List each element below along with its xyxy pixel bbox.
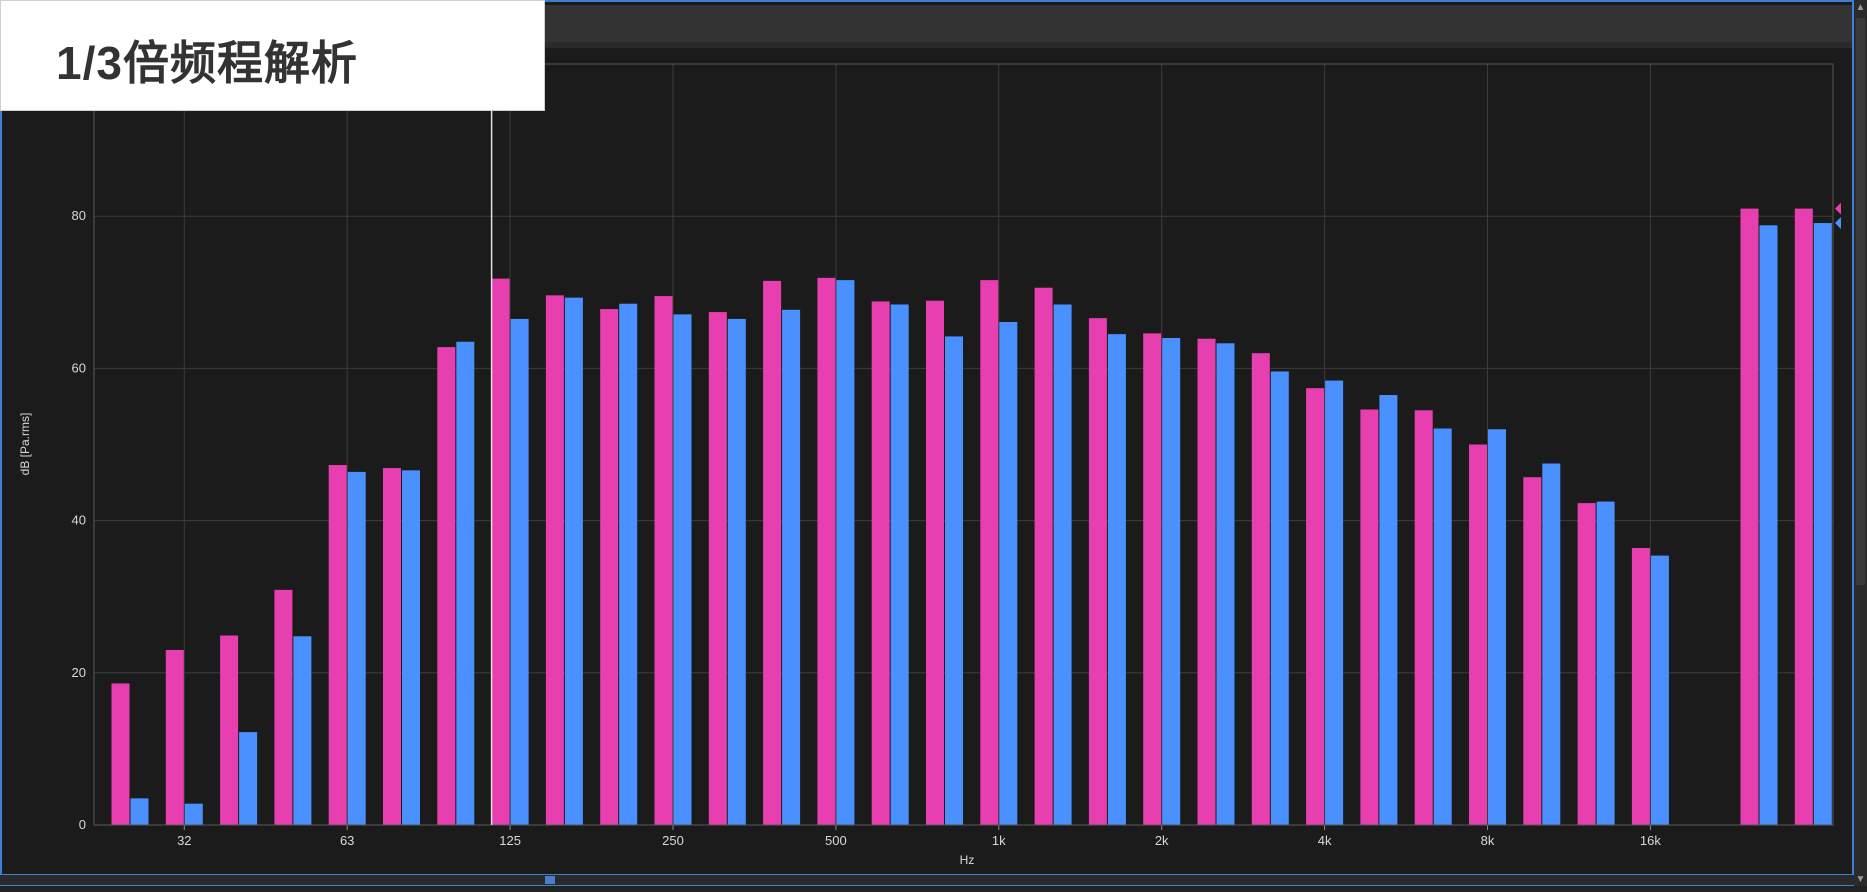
bar-series2-25[interactable] (130, 798, 149, 825)
bar-series2-16k[interactable] (1650, 555, 1669, 825)
bar-series2-80[interactable] (402, 470, 420, 825)
bar-series1-50[interactable] (274, 589, 293, 825)
bar-series1-5k[interactable] (1360, 409, 1379, 825)
bar-series1-160[interactable] (545, 295, 564, 825)
bar-series2-A[interactable] (1759, 225, 1778, 825)
bar-series1-16k[interactable] (1631, 547, 1650, 825)
bar-series1-400[interactable] (763, 280, 782, 825)
bar-series1-80[interactable] (383, 468, 401, 825)
y-tick-labels: 0 20 40 60 80 (72, 208, 86, 832)
vertical-scrollbar[interactable]: ▲ ▼ (1854, 0, 1867, 892)
scroll-up-icon[interactable]: ▲ (1854, 0, 1867, 16)
bar-series2-160[interactable] (564, 297, 583, 825)
bar-series2-10k[interactable] (1542, 463, 1561, 825)
page-title: 1/3倍频程解析 (56, 37, 358, 89)
bar-series2-1.25k[interactable] (1053, 304, 1072, 825)
x-tick-label: 1k (992, 833, 1006, 848)
series2-level-marker[interactable] (1835, 217, 1841, 230)
bar-series2-3.15k[interactable] (1270, 371, 1289, 825)
bar-series2-125[interactable] (510, 318, 529, 825)
bar-series2-315[interactable] (727, 318, 746, 825)
horizontal-scroll-thumb[interactable] (545, 876, 555, 884)
y-tick-label: 80 (72, 208, 86, 223)
bar-series2-800[interactable] (945, 336, 963, 825)
bar-series1-1k[interactable] (980, 280, 999, 825)
bar-series1-1.25k[interactable] (1034, 287, 1053, 825)
bar-series2-100[interactable] (456, 341, 475, 825)
bar-series2-250[interactable] (673, 314, 692, 825)
bar-series2-1k[interactable] (999, 321, 1018, 825)
bar-series1-125[interactable] (491, 278, 510, 825)
bar-series2-12.5k[interactable] (1596, 501, 1615, 825)
bar-series2-63[interactable] (347, 471, 366, 825)
x-tick-label: 250 (662, 833, 684, 848)
bar-series1-63[interactable] (328, 465, 347, 825)
bar-series1-8k[interactable] (1469, 444, 1487, 826)
x-tick-label: 125 (499, 833, 521, 848)
bar-series1-6.3k[interactable] (1414, 410, 1433, 825)
bar-series2-Z[interactable] (1813, 223, 1832, 825)
bar-series2-8k[interactable] (1488, 429, 1506, 825)
x-axis-label: Hz (960, 853, 975, 867)
bar-series2-2k[interactable] (1162, 337, 1181, 825)
y-tick-label: 0 (79, 817, 86, 832)
bar-series1-10k[interactable] (1523, 477, 1542, 825)
bar-series1-100[interactable] (437, 347, 456, 825)
bar-series1-500[interactable] (817, 277, 836, 825)
bar-series2-40[interactable] (239, 732, 258, 825)
x-tick-label: 16k (1640, 833, 1661, 848)
bar-series2-630[interactable] (890, 304, 909, 825)
bar-series1-25[interactable] (111, 683, 130, 825)
x-tick-labels: 32 63 125 250 500 1k 2k 4k 8k 16k (177, 833, 1661, 848)
x-tick-label: 8k (1481, 833, 1495, 848)
bar-series1-12.5k[interactable] (1577, 503, 1596, 825)
bar-series2-31.5[interactable] (184, 803, 203, 825)
y-tick-label: 20 (72, 665, 86, 680)
bar-series1-Z[interactable] (1794, 208, 1813, 826)
x-tick-label: 63 (340, 833, 354, 848)
bar-series1-A[interactable] (1740, 208, 1759, 826)
bar-series1-1.6k[interactable] (1088, 318, 1107, 825)
bar-series1-40[interactable] (220, 635, 239, 825)
bar-series2-1.6k[interactable] (1107, 334, 1126, 825)
bar-series1-4k[interactable] (1306, 388, 1325, 825)
bar-series2-400[interactable] (782, 309, 801, 826)
x-tick-label: 4k (1318, 833, 1332, 848)
x-tick-label: 2k (1155, 833, 1169, 848)
x-tick-label: 500 (825, 833, 847, 848)
bar-series1-800[interactable] (926, 300, 944, 825)
bar-series2-50[interactable] (293, 636, 312, 825)
bar-series2-500[interactable] (836, 280, 855, 825)
bar-series1-200[interactable] (600, 309, 619, 825)
title-panel: 1/3倍频程解析 (0, 0, 545, 111)
bar-series1-2k[interactable] (1143, 333, 1162, 825)
x-tick-label: 32 (177, 833, 191, 848)
bar-series2-6.3k[interactable] (1433, 428, 1452, 825)
bar-series2-200[interactable] (619, 303, 638, 826)
octave-bar-chart[interactable]: 0 20 40 60 80 32 63 125 250 500 1k 2k 4k 8k 16k dB [P… (0, 0, 1854, 886)
bar-series1-630[interactable] (871, 301, 890, 825)
y-axis-label: dB [Pa.rms] (18, 413, 32, 476)
bar-series1-3.15k[interactable] (1251, 353, 1270, 825)
bar-series1-250[interactable] (654, 296, 673, 826)
bar-series1-315[interactable] (708, 312, 727, 825)
bottom-edge (0, 886, 1867, 892)
bar-series2-2.5k[interactable] (1216, 343, 1235, 825)
bar-series1-2.5k[interactable] (1197, 338, 1216, 825)
horizontal-scrollbar[interactable] (0, 874, 1854, 885)
y-tick-label: 40 (72, 513, 86, 528)
bar-series2-4k[interactable] (1325, 380, 1344, 825)
y-tick-label: 60 (72, 360, 86, 375)
bar-series2-5k[interactable] (1379, 395, 1398, 825)
series1-level-marker[interactable] (1835, 202, 1841, 215)
bar-series1-31.5[interactable] (165, 649, 184, 825)
vertical-scroll-thumb[interactable] (1856, 18, 1865, 585)
